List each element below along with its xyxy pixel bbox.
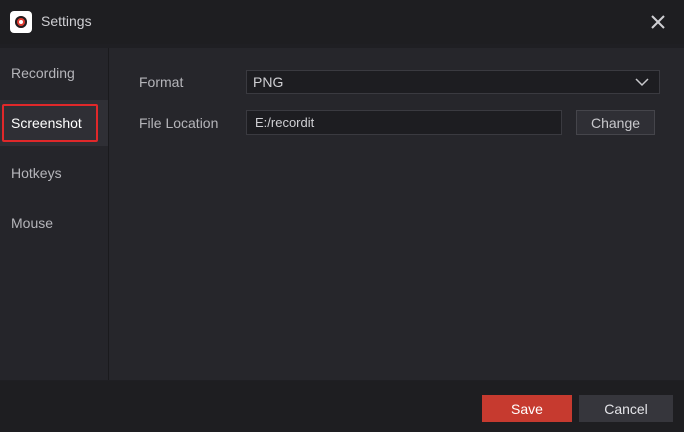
close-button[interactable]: [646, 10, 670, 34]
format-label: Format: [139, 74, 184, 90]
format-value: PNG: [253, 74, 284, 90]
sidebar-item-hotkeys[interactable]: Hotkeys: [0, 150, 108, 196]
close-icon: [651, 15, 665, 29]
footer: Save Cancel: [0, 381, 684, 432]
cancel-button[interactable]: Cancel: [579, 395, 673, 422]
file-location-input[interactable]: [246, 110, 562, 135]
file-location-label: File Location: [139, 115, 219, 131]
sidebar-item-label: Screenshot: [11, 115, 82, 131]
sidebar-item-recording[interactable]: Recording: [0, 50, 108, 96]
format-select[interactable]: PNG: [246, 70, 660, 94]
sidebar-item-label: Hotkeys: [11, 165, 62, 181]
sidebar-item-label: Recording: [11, 65, 75, 81]
sidebar-item-label: Mouse: [11, 215, 54, 231]
sidebar-item-screenshot[interactable]: Screenshot: [0, 100, 108, 146]
save-button[interactable]: Save: [482, 395, 572, 422]
settings-window: Settings Recording Screenshot Hotkeys Mo…: [0, 0, 684, 432]
recordit-logo-icon: [10, 11, 32, 33]
change-location-button[interactable]: Change: [576, 110, 655, 135]
sidebar-item-mouse[interactable]: Mouse: [0, 200, 108, 246]
window-title: Settings: [41, 13, 92, 29]
sidebar: Recording Screenshot Hotkeys Mouse: [0, 48, 109, 380]
title-bar: Settings: [0, 0, 684, 44]
chevron-down-icon: [635, 78, 649, 87]
screenshot-settings-panel: Format PNG File Location Change: [109, 48, 684, 380]
